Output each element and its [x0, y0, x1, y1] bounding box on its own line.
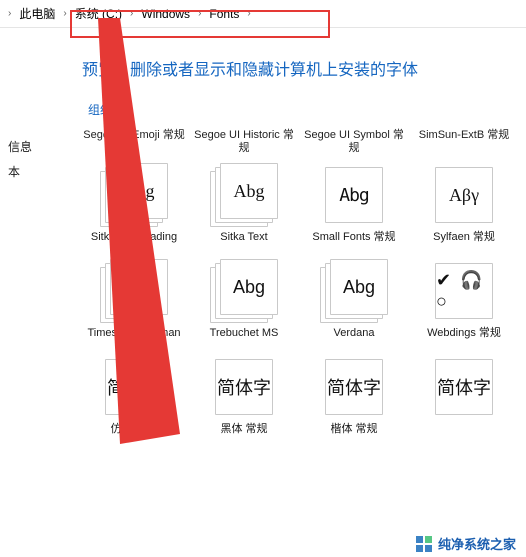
chevron-right-icon[interactable]: › — [126, 8, 137, 19]
font-fangsong[interactable]: 简体字 仿宋 常规 — [82, 355, 186, 451]
main-content: 预览、删除或者显示和隐藏计算机上安装的字体 组织 ▼ Segoe UI Emoj… — [46, 28, 526, 557]
font-sample: Abg — [110, 259, 168, 315]
chevron-right-icon[interactable]: › — [243, 8, 254, 19]
watermark-logo-icon — [416, 536, 432, 552]
font-sample: Abg — [220, 163, 278, 219]
breadcrumb-fonts[interactable]: Fonts — [205, 5, 243, 23]
font-times-new-roman[interactable]: Abg Times New Roman — [82, 259, 186, 355]
font-label: Webdings 常规 — [414, 327, 514, 355]
font-label: Small Fonts 常规 — [304, 231, 404, 259]
font-label: Sylfaen 常规 — [414, 231, 514, 259]
font-preview-icon: Abg — [100, 163, 168, 227]
watermark-text: 纯净系统之家 — [438, 534, 516, 553]
font-label: Times New Roman — [84, 327, 184, 355]
font-preview-icon: Abg — [100, 259, 168, 323]
font-label[interactable]: Segoe UI Symbol 常规 — [302, 127, 406, 163]
font-row: Abg Times New Roman Abg Trebuchet MS Abg… — [82, 259, 516, 355]
font-row: 简体字 仿宋 常规 简体字 黑体 常规 简体字 楷体 常规 — [82, 355, 516, 451]
font-sample: Abg — [220, 259, 278, 315]
breadcrumb-system-drive[interactable]: 系统 (C:) — [71, 3, 126, 24]
font-preview-icon: Abg — [320, 163, 388, 227]
font-sample: Abg — [330, 259, 388, 315]
font-sample: Aβγ — [435, 167, 493, 223]
chevron-down-icon: ▼ — [116, 105, 124, 114]
font-preview-icon: 简体字 — [210, 355, 278, 419]
sidebar: 信息 本 — [0, 28, 46, 557]
font-sample: Abg — [110, 163, 168, 219]
font-webdings[interactable]: ✔ 🎧 ○ Webdings 常规 — [412, 259, 516, 355]
page-title: 预览、删除或者显示和隐藏计算机上安装的字体 — [82, 56, 516, 80]
sidebar-item-text[interactable]: 本 — [8, 163, 38, 180]
font-sample: 简体字 — [105, 359, 163, 415]
font-label: Verdana — [304, 327, 404, 355]
font-kaiti[interactable]: 简体字 楷体 常规 — [302, 355, 406, 451]
font-label: 黑体 常规 — [194, 423, 294, 451]
font-sample: ✔ 🎧 ○ — [435, 263, 493, 319]
sidebar-item-info[interactable]: 信息 — [8, 138, 38, 155]
breadcrumb-windows[interactable]: Windows — [137, 5, 194, 23]
font-sitka-subheading[interactable]: Abg Sitka Subheading — [82, 163, 186, 259]
font-small-fonts[interactable]: Abg Small Fonts 常规 — [302, 163, 406, 259]
font-preview-icon: Aβγ — [430, 163, 498, 227]
font-trebuchet-ms[interactable]: Abg Trebuchet MS — [192, 259, 296, 355]
font-label: Sitka Subheading — [84, 231, 184, 259]
font-verdana[interactable]: Abg Verdana — [302, 259, 406, 355]
font-label[interactable]: Segoe UI Emoji 常规 — [82, 127, 186, 163]
font-sample: 简体字 — [325, 359, 383, 415]
font-cjk-more[interactable]: 简体字 — [412, 355, 516, 451]
toolbar: 组织 ▼ — [82, 98, 516, 121]
font-sample: Abg — [325, 167, 383, 223]
font-preview-icon: ✔ 🎧 ○ — [430, 259, 498, 323]
font-label[interactable]: SimSun-ExtB 常规 — [412, 127, 516, 163]
watermark: 纯净系统之家 — [412, 532, 520, 555]
font-row: Abg Sitka Subheading Abg Sitka Text Abg … — [82, 163, 516, 259]
font-sample: 简体字 — [215, 359, 273, 415]
font-preview-icon: Abg — [210, 163, 278, 227]
font-sitka-text[interactable]: Abg Sitka Text — [192, 163, 296, 259]
chevron-right-icon[interactable]: › — [59, 8, 70, 19]
chevron-right-icon: › — [4, 8, 15, 19]
organize-button[interactable]: 组织 ▼ — [82, 98, 130, 121]
address-bar: › 此电脑 › 系统 (C:) › Windows › Fonts › — [0, 0, 526, 28]
font-row-labels: Segoe UI Emoji 常规 Segoe UI Historic 常规 S… — [82, 127, 516, 163]
font-label: 楷体 常规 — [304, 423, 404, 451]
organize-label: 组织 — [88, 101, 112, 118]
font-label — [414, 423, 514, 451]
font-label: 仿宋 常规 — [84, 423, 184, 451]
font-heiti[interactable]: 简体字 黑体 常规 — [192, 355, 296, 451]
font-label: Trebuchet MS — [194, 327, 294, 355]
font-preview-icon: Abg — [320, 259, 388, 323]
font-preview-icon: 简体字 — [320, 355, 388, 419]
font-preview-icon: 简体字 — [430, 355, 498, 419]
font-preview-icon: 简体字 — [100, 355, 168, 419]
font-preview-icon: Abg — [210, 259, 278, 323]
font-sample: 简体字 — [435, 359, 493, 415]
font-label: Sitka Text — [194, 231, 294, 259]
font-sylfaen[interactable]: Aβγ Sylfaen 常规 — [412, 163, 516, 259]
breadcrumb-this-pc[interactable]: 此电脑 — [15, 3, 59, 24]
font-label[interactable]: Segoe UI Historic 常规 — [192, 127, 296, 163]
chevron-right-icon[interactable]: › — [194, 8, 205, 19]
